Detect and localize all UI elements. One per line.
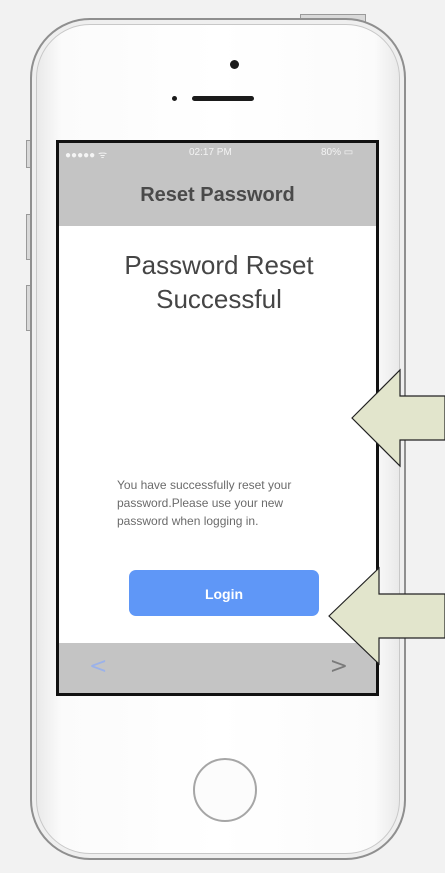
success-message-line2: password.Please use your new xyxy=(117,496,284,510)
phone-mockup-canvas: ●●●●● ᯤ 02:17 PM 80% ▭ Reset Password Pa… xyxy=(0,0,445,873)
camera-icon xyxy=(230,60,239,69)
success-message-line3: password when logging in. xyxy=(117,514,259,528)
page-title: Reset Password xyxy=(140,184,295,206)
home-button-icon[interactable] xyxy=(193,758,257,822)
signal-indicator: ●●●●● ᯤ xyxy=(65,150,108,161)
chevron-left-icon[interactable]: < xyxy=(89,653,107,681)
login-button[interactable]: Login xyxy=(129,570,319,616)
status-time: 02:17 PM xyxy=(189,147,232,158)
success-message: You have successfully reset your passwor… xyxy=(117,476,337,530)
success-message-line1: You have successfully reset your xyxy=(117,478,292,492)
success-heading-line1: Password Reset xyxy=(124,250,314,280)
annotation-arrow-icon xyxy=(328,566,445,666)
speaker-icon xyxy=(192,96,254,101)
sensor-icon xyxy=(172,96,177,101)
battery-indicator: 80% ▭ xyxy=(321,147,354,158)
success-heading: Password Reset Successful xyxy=(99,248,339,316)
annotation-arrow-icon xyxy=(351,368,445,468)
success-heading-line2: Successful xyxy=(156,284,282,314)
nav-bar: Reset Password xyxy=(59,163,376,226)
status-bar: ●●●●● ᯤ 02:17 PM 80% ▭ xyxy=(59,143,376,163)
